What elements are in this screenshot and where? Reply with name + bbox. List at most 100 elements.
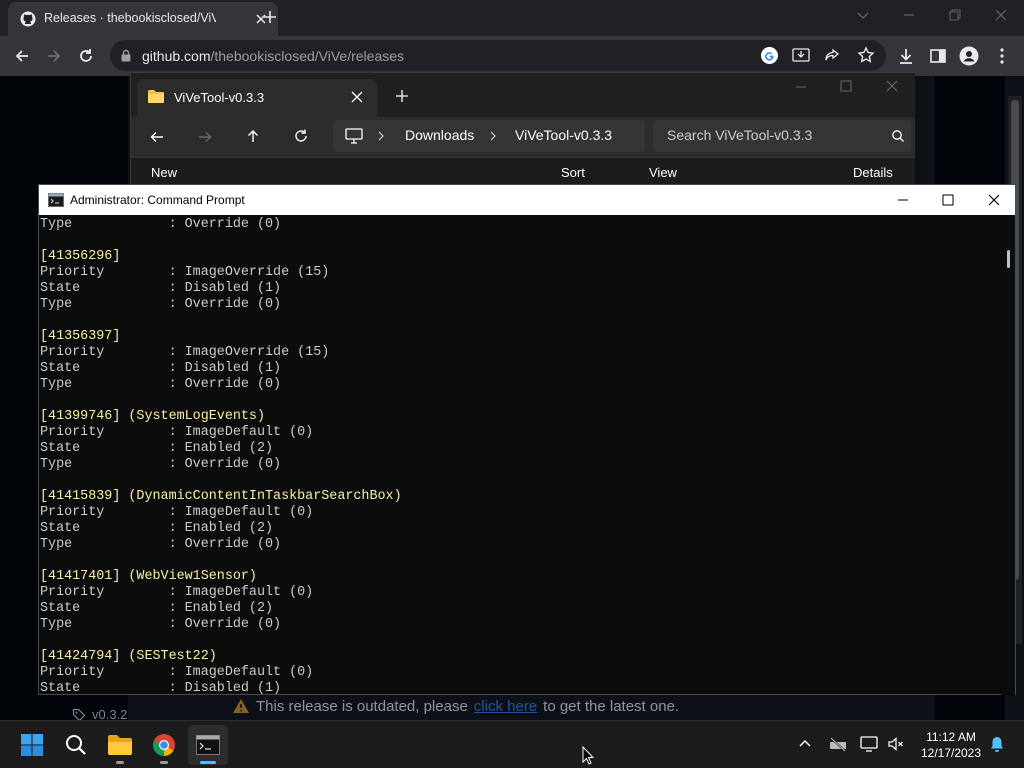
feature-id-line: [41356296] [40,249,121,264]
side-panel-icon[interactable] [924,42,952,70]
terminal-icon [196,735,220,755]
cmd-scroll-thumb[interactable] [1007,250,1010,268]
explorer-close-icon[interactable] [886,80,898,92]
forward-icon[interactable] [40,42,68,70]
cmd-close-icon[interactable] [988,194,1000,206]
chevron-right-icon[interactable] [377,131,385,141]
tab-search-icon[interactable] [856,8,870,22]
install-app-icon[interactable] [792,47,810,64]
browser-tab[interactable]: Releases · thebookisclosed/ViVe [8,2,278,36]
google-icon[interactable] [761,47,778,64]
browser-toolbar: github.com/thebookisclosed/ViVe/releases [0,36,1024,76]
banner-link[interactable]: click here [474,698,537,715]
output-line: Type : Override (0) [40,617,282,632]
explorer-tab[interactable]: ViVeTool-v0.3.3 [137,79,377,117]
output-line: State : Enabled (2) [40,521,274,536]
output-line: Type : Override (0) [40,377,282,392]
folder-icon [147,89,165,104]
taskbar-command-prompt[interactable] [188,725,228,765]
cmd-scrollbar[interactable] [1001,216,1015,695]
breadcrumb[interactable]: Downloads ViVeTool-v0.3.3 [333,120,645,152]
explorer-minimize-icon[interactable] [795,81,807,93]
network-off-icon[interactable] [829,736,847,752]
command-prompt-window: Administrator: Command Prompt Type : Ove… [38,184,1016,695]
running-indicator [160,761,168,764]
display-icon[interactable] [860,736,878,752]
profile-icon[interactable] [955,42,983,70]
search-icon [891,129,905,143]
explorer-new-tab-icon[interactable] [395,89,409,103]
details-button[interactable]: Details [853,165,893,180]
tab-strip: Releases · thebookisclosed/ViVe [0,0,1024,36]
system-clock[interactable]: 11:12 AM 12/17/2023 [916,729,986,761]
cmd-maximize-icon[interactable] [942,194,954,206]
taskbar-search-button[interactable] [56,725,96,765]
view-button[interactable]: View [649,165,677,180]
explorer-tab-close-icon[interactable] [351,91,363,103]
tab-title: Releases · thebookisclosed/ViVe [44,11,216,25]
feature-id-line: [41356397] [40,329,121,344]
share-icon[interactable] [823,47,841,64]
search-placeholder: Search ViVeTool-v0.3.3 [667,127,813,143]
this-pc-icon[interactable] [345,128,363,144]
outdated-banner: This release is outdated, please click h… [232,692,932,720]
clock-date: 12/17/2023 [920,746,982,760]
sort-button[interactable]: Sort [561,165,585,180]
banner-suffix: to get the latest one. [543,697,680,715]
feature-id-line: [41415839] (DynamicContentInTaskbarSearc… [40,489,402,504]
explorer-tab-title: ViVeTool-v0.3.3 [174,90,265,105]
restore-icon[interactable] [948,8,962,22]
cmd-minimize-icon[interactable] [897,194,909,206]
volume-muted-icon[interactable] [887,736,905,752]
start-button[interactable] [12,725,52,765]
explorer-back-icon[interactable] [149,129,165,145]
explorer-search-input[interactable]: Search ViVeTool-v0.3.3 [653,120,911,152]
cmd-icon [48,193,64,207]
close-icon[interactable] [994,8,1008,22]
output-line: Priority : ImageDefault (0) [40,665,314,680]
taskbar-file-explorer[interactable] [100,725,140,765]
url-text: github.com/thebookisclosed/ViVe/releases [142,48,405,64]
chevron-right-icon[interactable] [489,131,497,141]
back-icon[interactable] [8,42,36,70]
address-bar[interactable]: github.com/thebookisclosed/ViVe/releases [110,40,886,71]
new-tab-icon[interactable] [262,9,278,25]
feature-id-line: [41417401] (WebView1Sensor) [40,569,257,584]
new-button[interactable]: New [151,165,177,180]
downloads-icon[interactable] [892,42,920,70]
output-line: State : Disabled (1) [40,361,282,376]
search-icon [65,734,87,756]
feature-id-line: [41424794] (SESTest22) [40,649,217,664]
output-line: Priority : ImageOverride (15) [40,265,330,280]
taskbar-chrome[interactable] [144,725,184,765]
minimize-icon[interactable] [902,8,916,22]
reload-icon[interactable] [72,42,100,70]
cmd-window-title: Administrator: Command Prompt [70,193,245,207]
explorer-nav-bar: Downloads ViVeTool-v0.3.3 Search ViVeToo… [131,117,915,157]
cmd-title-bar[interactable]: Administrator: Command Prompt [39,185,1015,215]
explorer-refresh-icon[interactable] [293,128,309,144]
bookmark-star-icon[interactable] [857,46,875,64]
explorer-forward-icon[interactable] [197,129,213,145]
chrome-icon [152,733,176,757]
output-line: Priority : ImageOverride (15) [40,345,330,360]
notification-bell-icon[interactable] [989,736,1005,753]
output-line: State : Enabled (2) [40,601,274,616]
explorer-up-icon[interactable] [245,128,261,144]
taskbar: 11:12 AM 12/17/2023 [0,720,1024,768]
menu-icon[interactable] [988,42,1016,70]
chevron-up-icon[interactable] [798,738,812,748]
output-line: Type : Override (0) [40,457,282,472]
output-line: Type : Override (0) [40,217,282,232]
cmd-output[interactable]: Type : Override (0) [41356296] Priority : … [39,216,1001,695]
breadcrumb-downloads[interactable]: Downloads [405,127,474,143]
explorer-maximize-icon[interactable] [840,80,852,92]
lock-icon[interactable] [120,49,132,62]
output-line: Type : Override (0) [40,297,282,312]
clock-time: 11:12 AM [926,730,976,744]
output-line: Priority : ImageDefault (0) [40,505,314,520]
breadcrumb-vivetool[interactable]: ViVeTool-v0.3.3 [515,127,612,143]
banner-prefix: This release is outdated, please [256,697,468,715]
folder-icon [107,734,133,756]
warning-icon [232,698,250,714]
